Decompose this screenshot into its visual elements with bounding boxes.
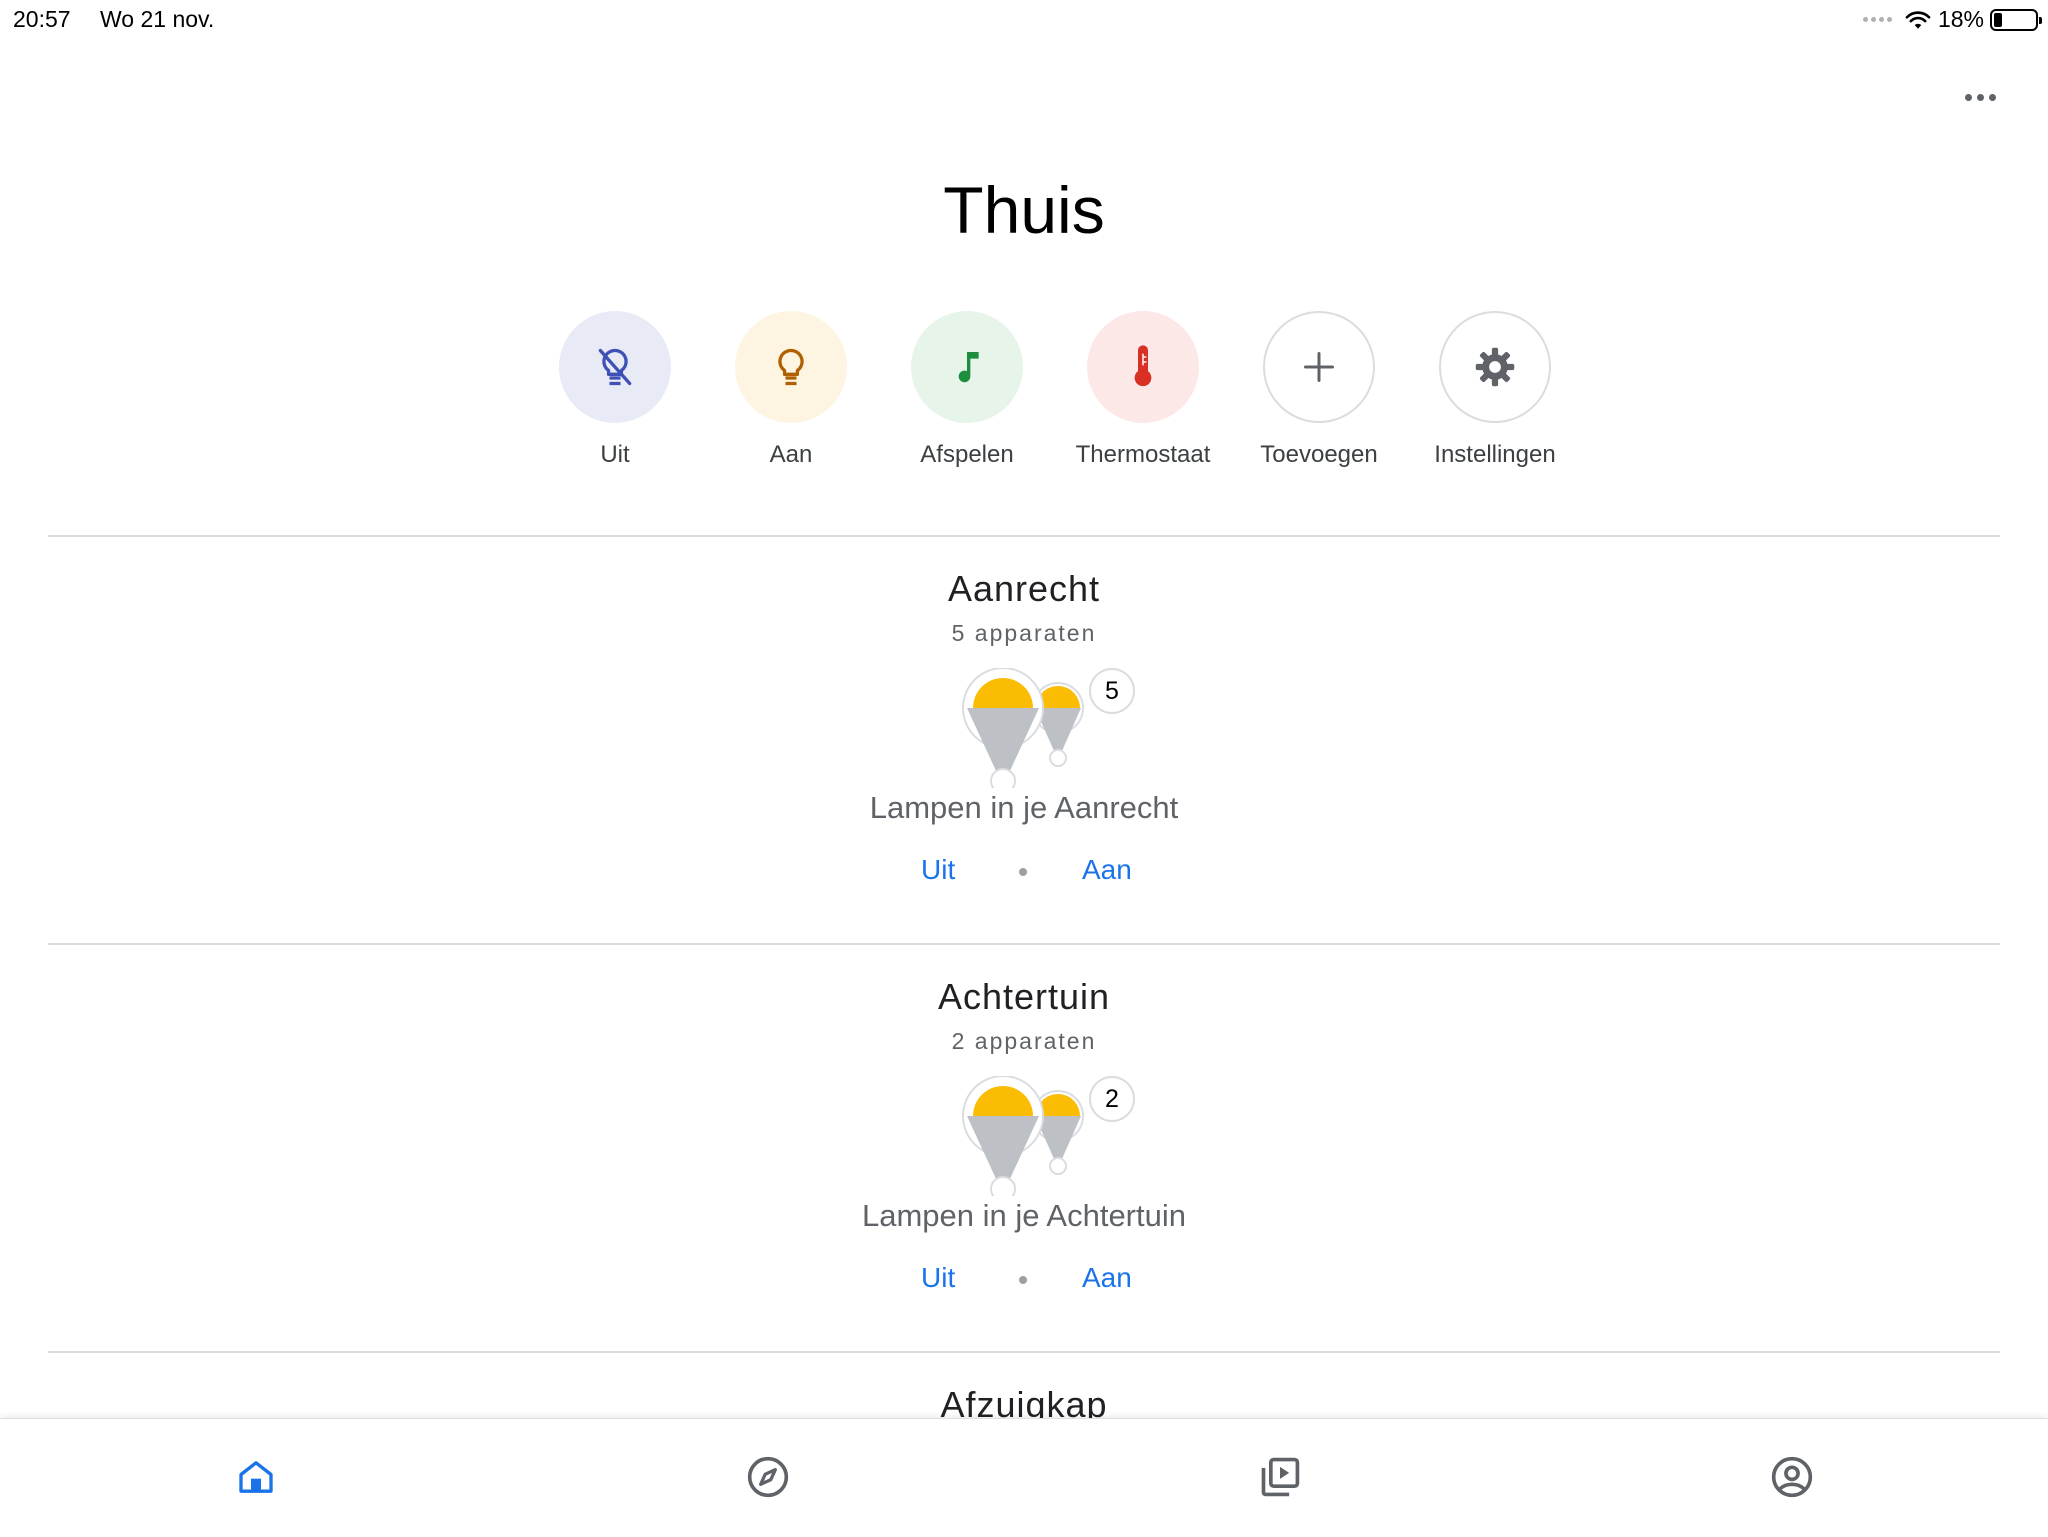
action-label: Uit: [600, 441, 630, 468]
media-icon: [1261, 1457, 1300, 1497]
battery-percentage: 18%: [1937, 6, 1984, 32]
lights-off-circle[interactable]: [559, 311, 671, 423]
battery-icon: [1990, 8, 2042, 31]
room-card[interactable]: Aanrecht 5 apparaten 5 Lampen in je Aanr…: [0, 568, 2048, 908]
status-indicators: 18%: [1862, 6, 2042, 33]
divider: [48, 1351, 2000, 1353]
action-play[interactable]: Afspelen: [879, 311, 1055, 469]
separator-dot: [1019, 868, 1027, 876]
lights-on-button[interactable]: Aan: [1082, 854, 1132, 886]
action-label: Instellingen: [1434, 441, 1556, 468]
divider: [48, 535, 2000, 537]
action-thermostat[interactable]: Thermostaat: [1055, 311, 1231, 469]
settings-circle[interactable]: [1439, 311, 1551, 423]
device-count-badge: 5: [1089, 668, 1135, 714]
action-label: Aan: [769, 441, 813, 468]
more-options-icon: [1964, 93, 1972, 101]
nav-account[interactable]: [1768, 1453, 1816, 1501]
status-bar: 20:57 Wo 21 nov. 18%: [0, 0, 2048, 40]
lightbulb-icon: [778, 348, 804, 386]
plus-icon: [1304, 352, 1334, 382]
play-circle[interactable]: [911, 311, 1023, 423]
action-settings[interactable]: Instellingen: [1407, 311, 1583, 469]
account-icon: [1771, 1456, 1813, 1498]
explore-icon: [747, 1456, 789, 1498]
lights-on-circle[interactable]: [735, 311, 847, 423]
action-label: Toevoegen: [1260, 441, 1378, 468]
status-time: 20:57: [13, 6, 71, 32]
page-title: Thuis: [943, 173, 1105, 247]
action-label: Thermostaat: [1075, 441, 1211, 468]
lights-off-button[interactable]: Uit: [921, 854, 955, 886]
lights-on-button[interactable]: Aan: [1082, 1262, 1132, 1294]
room-name: Achtertuin: [937, 976, 1111, 1017]
action-lights-off[interactable]: Uit: [527, 311, 703, 469]
lightbulb-off-icon: [598, 348, 632, 386]
room-description: Lampen in je Achtertuin: [862, 1198, 1186, 1233]
quick-actions: Uit Aan Afspelen Thermostaat Toevoegen I…: [527, 311, 1583, 469]
action-label: Afspelen: [920, 441, 1014, 468]
room-name: Aanrecht: [947, 568, 1101, 609]
room-card[interactable]: Achtertuin 2 apparaten 2 Lampen in je Ac…: [0, 976, 2048, 1316]
lamp-group-icon: 5: [955, 667, 1155, 794]
action-lights-on[interactable]: Aan: [703, 311, 879, 469]
music-note-icon: [958, 352, 979, 383]
add-circle[interactable]: [1263, 311, 1375, 423]
action-add[interactable]: Toevoegen: [1231, 311, 1407, 469]
gear-icon: [1475, 347, 1515, 387]
room-description: Lampen in je Aanrecht: [869, 790, 1179, 825]
device-count: 5 apparaten: [951, 620, 1097, 646]
device-count: 2 apparaten: [951, 1028, 1097, 1054]
thermostat-circle[interactable]: [1087, 311, 1199, 423]
thermometer-icon: [1134, 345, 1152, 387]
separator-dot: [1019, 1276, 1027, 1284]
wifi-icon: [1905, 10, 1931, 29]
home-icon: [239, 1461, 273, 1493]
device-count-badge: 2: [1089, 1076, 1135, 1122]
status-date: Wo 21 nov.: [100, 6, 215, 32]
lights-off-button[interactable]: Uit: [921, 1262, 955, 1294]
divider: [48, 943, 2000, 945]
nav-home[interactable]: [232, 1453, 280, 1501]
nav-media[interactable]: [1256, 1453, 1304, 1501]
lamp-group-icon: 2: [955, 1075, 1155, 1202]
more-options-button[interactable]: [1952, 80, 2008, 114]
nav-discover[interactable]: [744, 1453, 792, 1501]
bottom-navigation: [0, 1418, 2048, 1537]
signal-icon: [1862, 17, 1892, 22]
